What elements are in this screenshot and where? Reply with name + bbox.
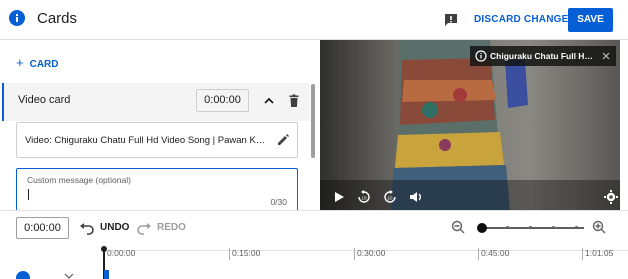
play-icon[interactable] [332,190,346,204]
close-icon[interactable] [601,51,611,61]
save-button[interactable]: SAVE [568,8,613,32]
plus-icon: + [16,55,24,70]
ruler-label: 0:00:00 [107,248,136,258]
ruler-tick [478,248,479,260]
video-preview[interactable]: Chiguraku Chatu Full Hd V... 10 10 [320,40,620,210]
header: Cards DISCARD CHANGES SAVE [0,0,628,40]
playhead-handle[interactable] [101,246,107,252]
zoom-step [552,226,555,229]
timeline-toolbar: 0:00:00 UNDO REDO [0,210,628,244]
settings-icon[interactable] [604,190,618,204]
custom-message-input[interactable] [27,187,257,201]
timeline-time-input[interactable]: 0:00:00 [16,217,69,239]
chevron-up-icon[interactable] [263,95,275,107]
card-row-video[interactable]: Video card 0:00:00 [2,83,310,121]
redo-icon[interactable] [137,221,151,235]
zoom-slider-thumb[interactable] [477,223,487,233]
card-teaser[interactable]: Chiguraku Chatu Full Hd V... [470,46,616,66]
replay-10-icon[interactable]: 10 [357,190,371,204]
redo-button[interactable]: REDO [157,222,186,233]
pencil-icon[interactable] [276,133,290,147]
add-card-label: CARD [29,59,59,70]
zoom-in-icon[interactable] [592,220,606,234]
teaser-title: Chiguraku Chatu Full Hd V... [490,51,596,61]
chevron-down-icon[interactable] [64,274,74,279]
info-circle-icon [475,50,487,62]
ruler-tick [582,248,583,260]
svg-text:10: 10 [362,196,368,201]
selected-video-text: Video: Chiguraku Chatu Full Hd Video Son… [25,135,270,146]
ruler-tick [354,248,355,260]
text-caret [28,189,29,200]
info-icon [9,10,25,26]
trash-icon[interactable] [287,94,301,108]
page-title: Cards [37,10,78,27]
zoom-step [506,226,509,229]
ruler-label: 1:01:05 [585,248,614,258]
video-select-field[interactable]: Video: Chiguraku Chatu Full Hd Video Son… [16,122,298,158]
add-card-button[interactable]: + CARD [16,55,58,70]
svg-text:10: 10 [388,196,394,201]
card-type-label: Video card [18,94,71,106]
feedback-icon[interactable] [443,12,459,28]
forward-10-icon[interactable]: 10 [383,190,397,204]
volume-icon[interactable] [409,190,423,204]
undo-icon[interactable] [80,221,94,235]
custom-message-field[interactable]: Custom message (optional) 0/30 [16,168,298,210]
zoom-step [529,226,532,229]
card-track-icon [16,271,30,279]
undo-button[interactable]: UNDO [100,222,129,233]
zoom-slider-track[interactable] [484,226,584,229]
card-marker[interactable] [104,270,109,279]
ruler-tick [229,248,230,260]
card-time-input[interactable]: 0:00:00 [196,89,249,112]
zoom-step [575,226,578,229]
ruler-label: 0:15:00 [232,248,261,258]
ruler-label: 0:30:00 [357,248,386,258]
ruler-label: 0:45:00 [481,248,510,258]
discard-changes-button[interactable]: DISCARD CHANGES [466,7,583,32]
custom-message-label: Custom message (optional) [27,175,131,185]
cards-editor: Cards DISCARD CHANGES SAVE + CARD Video c… [0,0,628,279]
panel-scrollbar[interactable] [311,84,315,158]
timeline-ruler[interactable]: 0:00:00 0:15:00 0:30:00 0:45:00 1:01:05 [0,244,628,279]
zoom-out-icon[interactable] [451,220,465,234]
cards-panel: + CARD Video card 0:00:00 Video: Chigurak… [0,40,318,210]
character-count: 0/30 [270,197,287,207]
